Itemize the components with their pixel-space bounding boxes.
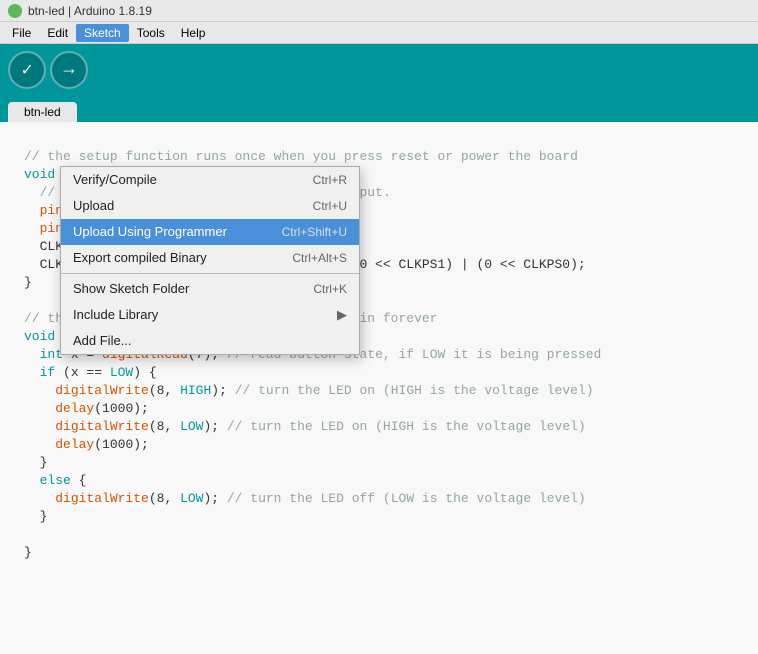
- code-line-23: [12, 526, 746, 544]
- include-library-label: Include Library: [73, 306, 329, 324]
- tab-bar: btn-led: [0, 96, 758, 122]
- upload-programmer-shortcut: Ctrl+Shift+U: [282, 223, 347, 241]
- export-binary-label: Export compiled Binary: [73, 249, 272, 267]
- verify-button[interactable]: ✓: [8, 51, 46, 89]
- menu-add-file[interactable]: Add File...: [61, 328, 359, 354]
- menu-export-binary[interactable]: Export compiled Binary Ctrl+Alt+S: [61, 245, 359, 271]
- menu-file[interactable]: File: [4, 24, 39, 42]
- upload-label: Upload: [73, 197, 293, 215]
- code-line-19: }: [12, 454, 746, 472]
- code-line-22: }: [12, 508, 746, 526]
- menu-edit[interactable]: Edit: [39, 24, 76, 42]
- menu-upload-programmer[interactable]: Upload Using Programmer Ctrl+Shift+U: [61, 219, 359, 245]
- code-line-18: delay(1000);: [12, 436, 746, 454]
- code-line-21: digitalWrite(8, LOW); // turn the LED of…: [12, 490, 746, 508]
- upload-shortcut: Ctrl+U: [313, 197, 347, 215]
- upload-button[interactable]: →: [50, 51, 88, 89]
- verify-compile-shortcut: Ctrl+R: [313, 171, 347, 189]
- code-line-2: // the setup function runs once when you…: [12, 148, 746, 166]
- verify-compile-label: Verify/Compile: [73, 171, 293, 189]
- code-line-1: [12, 130, 746, 148]
- code-line-14: if (x == LOW) {: [12, 364, 746, 382]
- tab-btn-led[interactable]: btn-led: [8, 102, 77, 122]
- upload-programmer-label: Upload Using Programmer: [73, 223, 262, 241]
- title-bar: btn-led | Arduino 1.8.19: [0, 0, 758, 22]
- code-line-16: delay(1000);: [12, 400, 746, 418]
- dropdown-menu: Verify/Compile Ctrl+R Upload Ctrl+U Uplo…: [60, 166, 360, 355]
- sketch-dropdown: Verify/Compile Ctrl+R Upload Ctrl+U Uplo…: [60, 166, 360, 355]
- menu-bar: File Edit Sketch Tools Help: [0, 22, 758, 44]
- menu-verify-compile[interactable]: Verify/Compile Ctrl+R: [61, 167, 359, 193]
- menu-include-library[interactable]: Include Library ▶: [61, 302, 359, 328]
- menu-tools[interactable]: Tools: [129, 24, 173, 42]
- menu-show-sketch-folder[interactable]: Show Sketch Folder Ctrl+K: [61, 276, 359, 302]
- show-sketch-folder-label: Show Sketch Folder: [73, 280, 293, 298]
- export-binary-shortcut: Ctrl+Alt+S: [292, 249, 347, 267]
- show-sketch-folder-shortcut: Ctrl+K: [313, 280, 347, 298]
- menu-sketch[interactable]: Sketch: [76, 24, 129, 42]
- include-library-arrow: ▶: [337, 306, 347, 324]
- window-title: btn-led | Arduino 1.8.19: [28, 4, 152, 18]
- dropdown-separator: [61, 273, 359, 274]
- code-line-24: }: [12, 544, 746, 562]
- code-line-15: digitalWrite(8, HIGH); // turn the LED o…: [12, 382, 746, 400]
- app-icon: [8, 4, 22, 18]
- add-file-label: Add File...: [73, 332, 347, 350]
- code-editor: // the setup function runs once when you…: [0, 122, 758, 654]
- code-line-20: else {: [12, 472, 746, 490]
- toolbar: ✓ →: [0, 44, 758, 96]
- menu-upload[interactable]: Upload Ctrl+U: [61, 193, 359, 219]
- menu-help[interactable]: Help: [173, 24, 214, 42]
- code-line-17: digitalWrite(8, LOW); // turn the LED on…: [12, 418, 746, 436]
